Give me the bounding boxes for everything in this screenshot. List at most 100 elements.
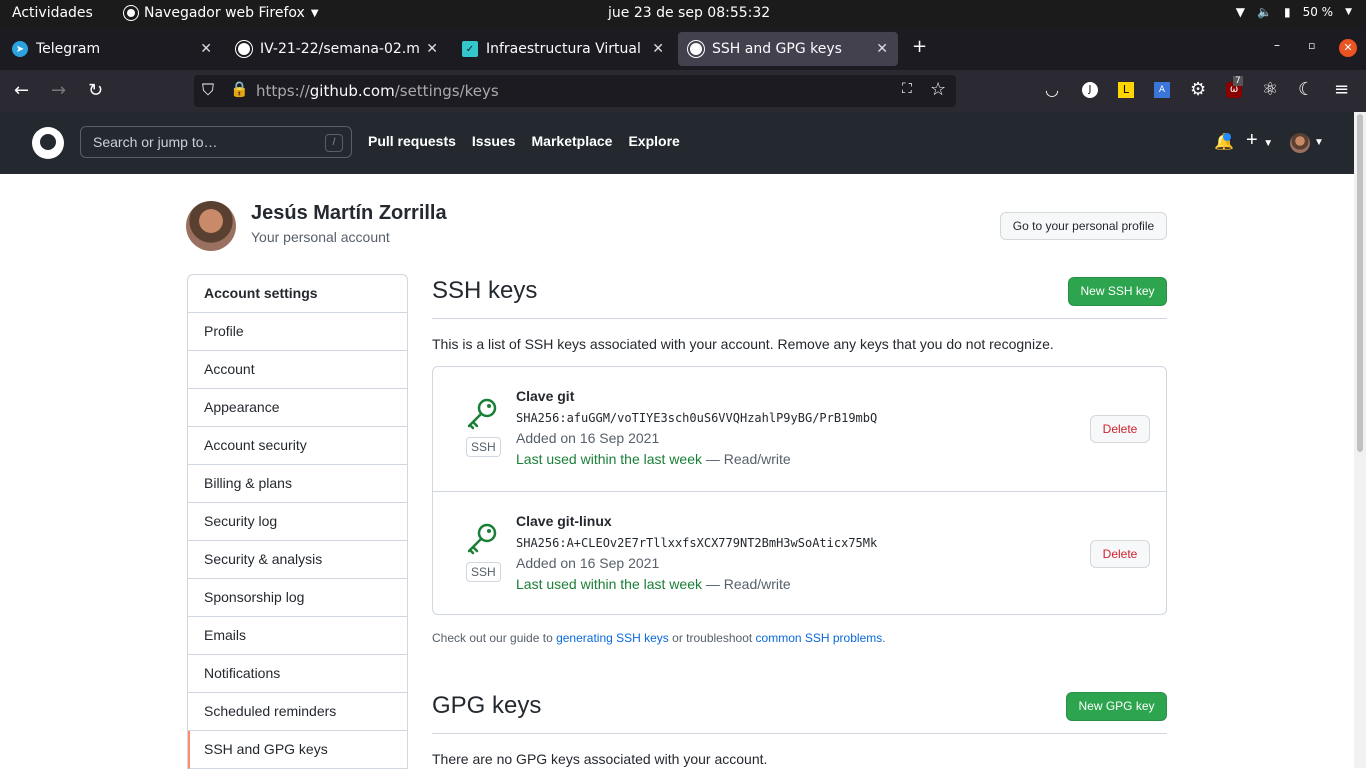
user-name[interactable]: Jesús Martín Zorrilla (251, 202, 447, 225)
notification-dot (1223, 133, 1231, 141)
bookmark-site-icon: ✓ (462, 41, 478, 57)
tab-bar: ➤ Telegram ✕ IV-21-22/semana-02.md a ✕ ✓… (0, 28, 1366, 70)
react-devtools-icon[interactable]: ⚛ (1262, 79, 1278, 100)
ssh-badge: SSH (466, 562, 501, 582)
new-ssh-key-button[interactable]: New SSH key (1068, 277, 1167, 306)
tab-title: Infraestructura Virtual by (486, 41, 647, 57)
gpg-empty-text: There are no GPG keys associated with yo… (432, 751, 768, 767)
scrollbar[interactable] (1354, 112, 1366, 768)
telegram-icon: ➤ (12, 41, 28, 57)
battery-level: 50 % (1302, 5, 1334, 19)
back-icon[interactable]: ← (14, 80, 29, 101)
new-tab-icon[interactable]: + (912, 36, 927, 57)
sidebar-item-appearance[interactable]: Appearance (188, 389, 407, 427)
sidebar-item-account[interactable]: Account (188, 351, 407, 389)
github-nav: Pull requests Issues Marketplace Explore (368, 133, 680, 149)
nav-explore[interactable]: Explore (628, 133, 679, 149)
menu-icon[interactable]: ≡ (1334, 79, 1349, 100)
sidebar-item-scheduled-reminders[interactable]: Scheduled reminders (188, 693, 407, 731)
maximize-icon[interactable]: ▫ (1308, 39, 1315, 52)
key-icon (465, 522, 499, 561)
close-icon[interactable]: ✕ (426, 41, 438, 57)
tab-infraestructura[interactable]: ✓ Infraestructura Virtual by ✕ (452, 32, 674, 66)
new-gpg-key-button[interactable]: New GPG key (1066, 692, 1167, 721)
delete-key-button[interactable]: Delete (1090, 415, 1150, 443)
sidebar-item-notifications[interactable]: Notifications (188, 655, 407, 693)
divider (432, 733, 1167, 734)
key-fingerprint: SHA256:A+CLEOv2E7rTllxxfsXCX779NT2BmH3wS… (516, 536, 878, 550)
system-tray[interactable]: ▼ 🔈 ▮ 50 % ▼ (1236, 5, 1352, 19)
app-name: Navegador web Firefox (144, 5, 305, 21)
extension-l-icon[interactable]: L (1118, 82, 1134, 98)
sidebar-item-billing[interactable]: Billing & plans (188, 465, 407, 503)
tab-semana[interactable]: IV-21-22/semana-02.md a ✕ (226, 32, 448, 66)
plus-icon[interactable]: + ▼ (1246, 129, 1273, 152)
ssh-description: This is a list of SSH keys associated wi… (432, 336, 1054, 352)
avatar[interactable] (1290, 133, 1310, 153)
tab-title: SSH and GPG keys (712, 41, 842, 57)
github-logo-icon[interactable] (32, 127, 64, 159)
tab-ssh-keys[interactable]: SSH and GPG keys ✕ (678, 32, 898, 66)
shield-icon[interactable]: ⛉ (202, 80, 214, 100)
gpg-keys-title: GPG keys (432, 692, 542, 719)
scrollbar-thumb[interactable] (1357, 114, 1363, 452)
generating-ssh-keys-link[interactable]: generating SSH keys (556, 631, 669, 645)
reload-icon[interactable]: ↻ (88, 80, 103, 101)
tab-title: IV-21-22/semana-02.md a (260, 41, 421, 57)
lock-icon[interactable]: 🔒 (230, 80, 249, 98)
search-input[interactable]: Search or jump to… / (80, 126, 352, 158)
nav-pull-requests[interactable]: Pull requests (368, 133, 456, 149)
volume-icon: 🔈 (1257, 5, 1272, 19)
translator-extension-icon[interactable]: A (1154, 82, 1170, 98)
key-last-used: Last used within the last week — Read/wr… (516, 576, 791, 592)
sidebar-item-sponsorship-log[interactable]: Sponsorship log (188, 579, 407, 617)
pocket-icon[interactable]: ◡ (1045, 80, 1059, 99)
url-text: https://github.com/settings/keys (256, 82, 499, 100)
firefox-icon (124, 6, 138, 20)
ssh-key-row: SSH Clave git SHA256:afuGGM/voTIYE3sch0u… (433, 367, 1166, 491)
settings-sidebar: Account settings Profile Account Appeara… (187, 274, 408, 769)
sidebar-item-security-analysis[interactable]: Security & analysis (188, 541, 407, 579)
dark-reader-icon[interactable]: ☾ (1298, 79, 1314, 100)
key-last-used: Last used within the last week — Read/wr… (516, 451, 791, 467)
personal-profile-button[interactable]: Go to your personal profile (1000, 212, 1167, 240)
close-icon[interactable]: ✕ (200, 41, 212, 57)
sidebar-item-ssh-gpg-keys[interactable]: SSH and GPG keys (188, 731, 407, 769)
github-icon (236, 41, 252, 57)
user-avatar[interactable] (186, 201, 236, 251)
star-icon[interactable]: ☆ (930, 79, 946, 100)
os-top-bar: Actividades Navegador web Firefox ▼ jue … (0, 0, 1366, 28)
nav-issues[interactable]: Issues (472, 133, 516, 149)
minimize-icon[interactable]: – (1274, 38, 1280, 52)
forward-icon[interactable]: → (51, 80, 66, 101)
app-menu[interactable]: Navegador web Firefox ▼ (124, 5, 319, 21)
key-title: Clave git (516, 388, 575, 404)
sidebar-item-security-log[interactable]: Security log (188, 503, 407, 541)
chevron-down-icon: ▼ (1345, 7, 1352, 17)
tab-telegram[interactable]: ➤ Telegram ✕ (2, 32, 222, 66)
ssh-key-row: SSH Clave git-linux SHA256:A+CLEOv2E7rTl… (433, 491, 1166, 615)
close-icon[interactable]: ✕ (652, 41, 664, 57)
chevron-down-icon[interactable]: ▼ (1314, 137, 1324, 148)
sidebar-item-account-security[interactable]: Account security (188, 427, 407, 465)
divider (432, 318, 1167, 319)
translate-icon[interactable]: ⛶ (902, 81, 912, 97)
tab-title: Telegram (36, 41, 101, 57)
common-ssh-problems-link[interactable]: common SSH problems (756, 631, 883, 645)
ssh-badge: SSH (466, 437, 501, 457)
github-icon (688, 41, 704, 57)
delete-key-button[interactable]: Delete (1090, 540, 1150, 568)
close-icon[interactable]: ✕ (876, 41, 888, 57)
clock[interactable]: jue 23 de sep 08:55:32 (608, 5, 770, 21)
window-close-icon[interactable]: ✕ (1339, 39, 1357, 57)
sidebar-item-profile[interactable]: Profile (188, 313, 407, 351)
url-bar[interactable]: ⛉ 🔒 https://github.com/settings/keys ⛶ ☆ (194, 75, 956, 107)
user-subtitle: Your personal account (251, 229, 390, 245)
sidebar-item-emails[interactable]: Emails (188, 617, 407, 655)
extension-j-icon[interactable]: J (1082, 82, 1098, 98)
nav-marketplace[interactable]: Marketplace (532, 133, 613, 149)
gear-icon[interactable]: ⚙ (1190, 79, 1206, 100)
key-icon (465, 397, 499, 436)
ssh-key-list: SSH Clave git SHA256:afuGGM/voTIYE3sch0u… (432, 366, 1167, 615)
activities-button[interactable]: Actividades (12, 5, 93, 21)
